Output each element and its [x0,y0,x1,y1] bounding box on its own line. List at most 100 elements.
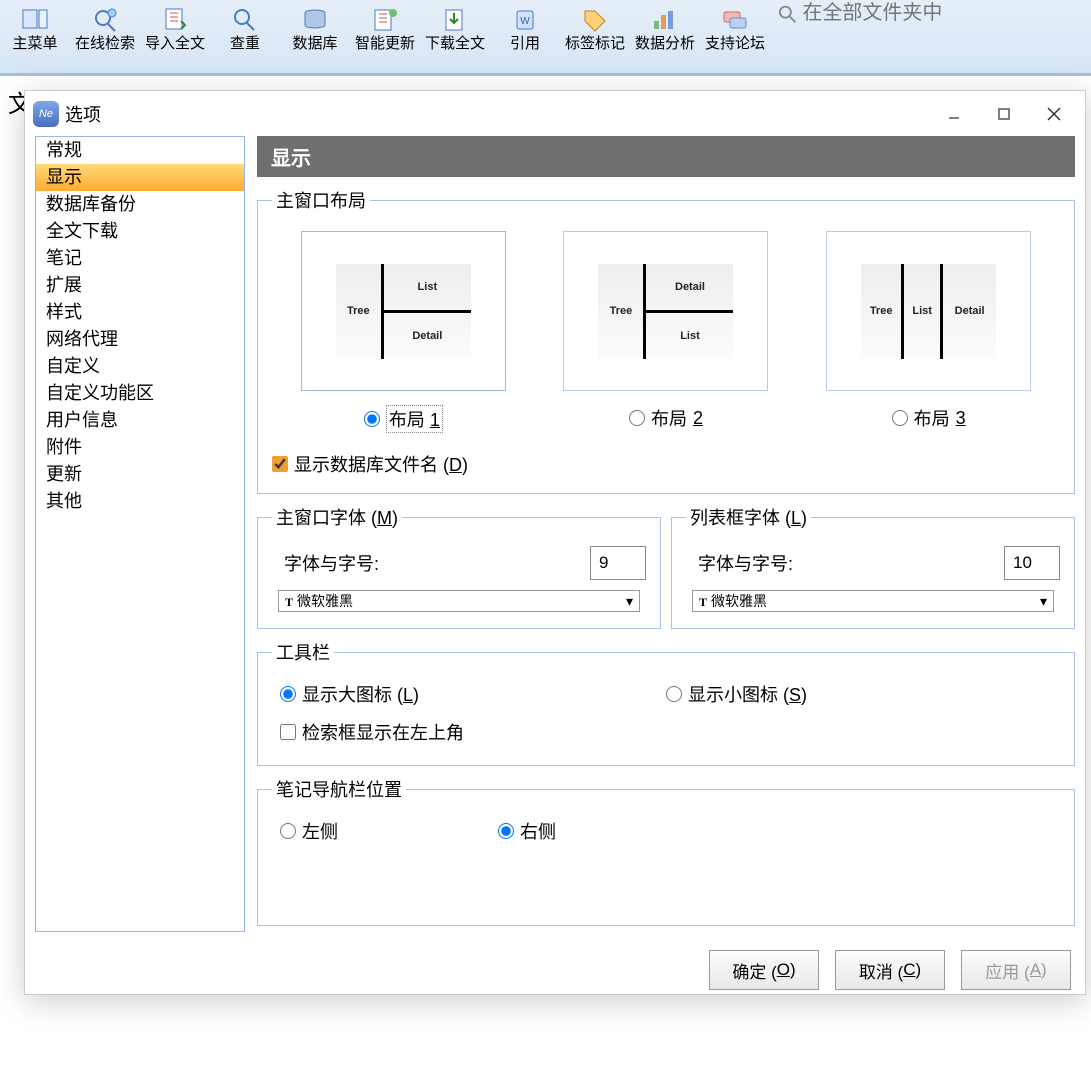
dialog-titlebar: Ne 选项 [25,91,1085,136]
chevron-down-icon: ▾ [626,593,633,610]
options-sidebar: 常规 显示 数据库备份 全文下载 笔记 扩展 样式 网络代理 自定义 自定义功能… [35,136,245,932]
sidebar-item-notes[interactable]: 笔记 [36,245,244,272]
ribbon-label: 标签标记 [565,36,625,53]
diagram-list-label: List [680,330,700,342]
sidebar-item-proxy[interactable]: 网络代理 [36,326,244,353]
main-font-legend: 主窗口字体 (M) [272,504,402,530]
update-icon [369,6,401,34]
sidebar-item-fulltext[interactable]: 全文下载 [36,218,244,245]
diagram-tree-label: Tree [870,305,893,317]
main-layout-group: 主窗口布局 Tree List Detail [257,187,1075,494]
citation-icon: W [509,6,541,34]
sidebar-item-updates[interactable]: 更新 [36,461,244,488]
ribbon-download[interactable]: 下载全文 [420,2,490,74]
main-font-group: 主窗口字体 (M) 字体与字号: T微软雅黑 ▾ [257,504,661,629]
options-content: 显示 主窗口布局 Tree List Detail [257,136,1075,932]
list-font-size-input[interactable] [1004,546,1060,580]
list-font-group: 列表框字体 (L) 字体与字号: T微软雅黑 ▾ [671,504,1075,629]
ok-button[interactable]: 确定 (O) [709,950,819,990]
nav-right-radio[interactable]: 右侧 [498,818,556,844]
diagram-detail-label: Detail [675,281,705,293]
layout-3-radio[interactable]: 布局 3 [892,405,966,431]
large-icons-radio[interactable]: 显示大图标 (L) [280,681,666,707]
svg-text:W: W [520,16,530,27]
sidebar-item-styles[interactable]: 样式 [36,299,244,326]
diagram-detail-label: Detail [412,330,442,342]
toolbar-group: 工具栏 显示大图标 (L) 显示小图标 (S) 检索框显示在左上角 [257,639,1075,766]
list-font-legend: 列表框字体 (L) [686,504,811,530]
ribbon-label: 查重 [230,36,260,53]
main-layout-legend: 主窗口布局 [272,187,370,213]
sidebar-item-attachments[interactable]: 附件 [36,434,244,461]
maximize-button[interactable] [981,98,1027,130]
dialog-title: 选项 [65,101,101,127]
layout-option-3[interactable]: Tree List Detail [826,231,1031,391]
ribbon-label: 数据分析 [635,36,695,53]
forum-icon [719,6,751,34]
ribbon-label: 在线检索 [75,36,135,53]
ribbon-main-menu[interactable]: 主菜单 [0,2,70,74]
ribbon-label: 智能更新 [355,36,415,53]
content-header: 显示 [257,136,1075,177]
ribbon-tags[interactable]: 标签标记 [560,2,630,74]
cancel-button[interactable]: 取消 (C) [835,950,945,990]
database-icon [299,6,331,34]
global-search[interactable] [770,2,1091,25]
main-font-combo[interactable]: T微软雅黑 ▾ [278,590,640,612]
ribbon-toolbar: 主菜单 在线检索 导入全文 查重 数据库 智能更新 下载全文 [0,0,1091,76]
ribbon-citation[interactable]: W 引用 [490,2,560,74]
list-font-combo[interactable]: T微软雅黑 ▾ [692,590,1054,612]
notes-nav-legend: 笔记导航栏位置 [272,776,406,802]
notes-nav-group: 笔记导航栏位置 左侧 右侧 [257,776,1075,926]
sidebar-item-custom[interactable]: 自定义 [36,353,244,380]
sidebar-item-custom-ribbon[interactable]: 自定义功能区 [36,380,244,407]
sidebar-item-display[interactable]: 显示 [36,164,244,191]
main-font-size-input[interactable] [590,546,646,580]
ribbon-online-search[interactable]: 在线检索 [70,2,140,74]
global-search-input[interactable] [802,2,1091,25]
layout-option-1[interactable]: Tree List Detail [301,231,506,391]
chart-icon [649,6,681,34]
ribbon-label: 引用 [510,36,540,53]
main-menu-icon [19,6,51,34]
diagram-tree-label: Tree [347,305,370,317]
sidebar-item-extensions[interactable]: 扩展 [36,272,244,299]
sidebar-item-general[interactable]: 常规 [36,137,244,164]
layout-option-2[interactable]: Tree Detail List [563,231,768,391]
import-icon [159,6,191,34]
apply-button[interactable]: 应用 (A) [961,950,1071,990]
sidebar-item-other[interactable]: 其他 [36,488,244,515]
ribbon-database[interactable]: 数据库 [280,2,350,74]
ribbon-label: 导入全文 [145,36,205,53]
ribbon-check-duplicate[interactable]: 查重 [210,2,280,74]
layout-1-radio[interactable]: 布局 1 [364,405,443,433]
ribbon-forum[interactable]: 支持论坛 [700,2,770,74]
small-icons-radio[interactable]: 显示小图标 (S) [666,681,1052,707]
toolbar-legend: 工具栏 [272,639,334,665]
search-icon [89,6,121,34]
ribbon-label: 支持论坛 [705,36,765,53]
chevron-down-icon: ▾ [1040,593,1047,610]
show-db-filename-checkbox[interactable]: 显示数据库文件名 (D) [272,451,1060,477]
ribbon-import[interactable]: 导入全文 [140,2,210,74]
ribbon-label: 数据库 [292,36,337,53]
minimize-button[interactable] [931,98,977,130]
nav-left-radio[interactable]: 左侧 [280,818,338,844]
sidebar-item-backup[interactable]: 数据库备份 [36,191,244,218]
search-topleft-checkbox[interactable]: 检索框显示在左上角 [280,719,666,745]
diagram-tree-label: Tree [610,305,633,317]
diagram-list-label: List [912,305,932,317]
ribbon-smart-update[interactable]: 智能更新 [350,2,420,74]
ribbon-label: 下载全文 [425,36,485,53]
options-dialog: Ne 选项 常规 显示 数据库备份 全文下载 笔记 扩展 样式 网络代理 自定义… [24,90,1086,995]
duplicate-icon [229,6,261,34]
sidebar-item-userinfo[interactable]: 用户信息 [36,407,244,434]
tag-icon [579,6,611,34]
layout-2-radio[interactable]: 布局 2 [629,405,703,431]
diagram-list-label: List [418,281,438,293]
diagram-detail-label: Detail [955,305,985,317]
ribbon-label: 主菜单 [12,36,57,53]
ribbon-analysis[interactable]: 数据分析 [630,2,700,74]
font-size-label: 字体与字号: [686,550,793,576]
close-button[interactable] [1031,98,1077,130]
